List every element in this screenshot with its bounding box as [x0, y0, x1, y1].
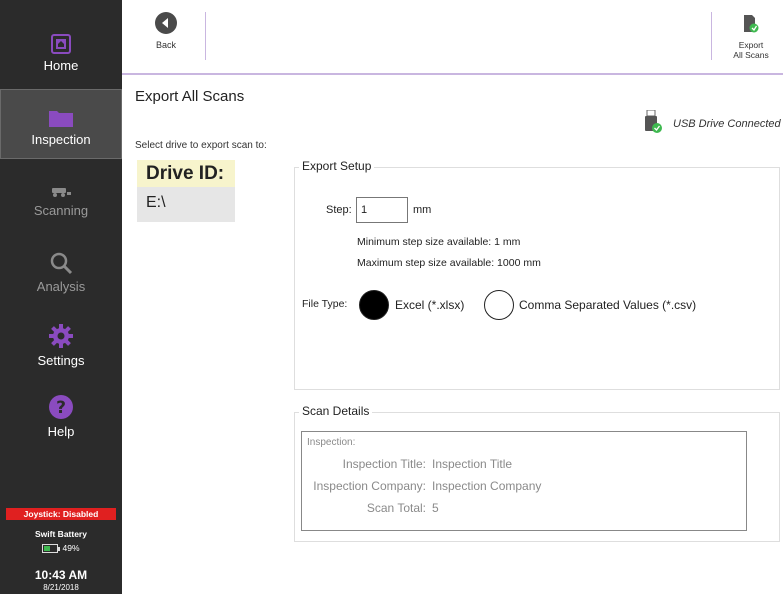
battery-title: Swift Battery [35, 529, 87, 539]
battery-percent: 49% [62, 543, 80, 553]
sidebar-item-label: Inspection [31, 132, 91, 147]
help-icon: ? [48, 394, 74, 420]
sidebar-item-label: Scanning [33, 203, 89, 218]
export-all-scans-button[interactable]: Export All Scans [726, 14, 776, 60]
export-label-line1: Export [738, 40, 764, 50]
step-label: Step: [326, 204, 352, 216]
sidebar-item-label: Help [47, 424, 75, 439]
csv-radio-label[interactable]: Comma Separated Values (*.csv) [519, 298, 696, 312]
clock-date: 8/21/2018 [43, 583, 79, 592]
sidebar-item-label: Settings [37, 353, 85, 368]
sidebar-item-home[interactable]: Home [0, 34, 122, 73]
sidebar-item-help[interactable]: ? Help [0, 394, 122, 439]
sidebar-item-scanning[interactable]: Scanning [0, 185, 122, 218]
detail-key: Inspection Company: [313, 479, 426, 493]
min-step-text: Minimum step size available: 1 mm [357, 236, 521, 248]
excel-radio[interactable] [359, 290, 389, 320]
back-arrow-icon [155, 12, 177, 34]
max-step-text: Maximum step size available: 1000 mm [357, 257, 541, 269]
svg-text:?: ? [56, 398, 66, 418]
inspection-label: Inspection: [307, 437, 356, 448]
magnifier-icon [49, 251, 73, 275]
clock-time: 10:43 AM [34, 568, 88, 582]
scan-details-title: Scan Details [299, 404, 373, 418]
battery-status: 49% [0, 543, 122, 553]
folder-icon [48, 108, 74, 128]
detail-key: Scan Total: [366, 501, 426, 515]
drive-item[interactable]: E:\ [137, 187, 235, 222]
sidebar-item-label: Analysis [36, 279, 86, 294]
top-toolbar: Back Export All Scans [122, 0, 783, 75]
export-label-line2: All Scans [733, 50, 769, 60]
home-icon [51, 34, 71, 54]
file-type-label: File Type: [302, 298, 348, 310]
joystick-status-badge: Joystick: Disabled [6, 508, 116, 520]
detail-value: Inspection Company [432, 479, 542, 493]
step-unit: mm [413, 204, 432, 216]
detail-key: Inspection Title: [342, 457, 426, 471]
drive-list: Drive ID: E:\ [137, 160, 235, 222]
sidebar-item-label: Home [43, 58, 79, 73]
sidebar-item-settings[interactable]: Settings [0, 323, 122, 368]
select-drive-label: Select drive to export scan to: [135, 140, 267, 151]
export-setup-title: Export Setup [299, 159, 375, 173]
export-file-icon [743, 14, 759, 36]
toolbar-divider [205, 12, 206, 60]
step-input[interactable]: 1 [356, 197, 408, 223]
back-button[interactable]: Back [146, 12, 186, 50]
detail-value: Inspection Title [432, 457, 513, 471]
detail-value: 5 [432, 501, 439, 515]
toolbar-divider [711, 12, 712, 60]
sidebar-item-inspection[interactable]: Inspection [0, 89, 122, 159]
usb-drive-icon [643, 109, 663, 137]
drive-list-header: Drive ID: [137, 160, 235, 187]
gear-icon [48, 323, 74, 349]
sidebar: Home Inspection Scanning Analysis Settin… [0, 0, 122, 594]
sidebar-item-analysis[interactable]: Analysis [0, 251, 122, 294]
scanner-icon [49, 185, 73, 199]
csv-radio[interactable] [484, 290, 514, 320]
battery-icon [42, 543, 61, 553]
excel-radio-label[interactable]: Excel (*.xlsx) [395, 298, 464, 312]
back-label: Back [155, 40, 176, 50]
usb-status-text: USB Drive Connected [673, 117, 781, 130]
page-title: Export All Scans [135, 88, 245, 105]
usb-status: USB Drive Connected [643, 109, 781, 137]
